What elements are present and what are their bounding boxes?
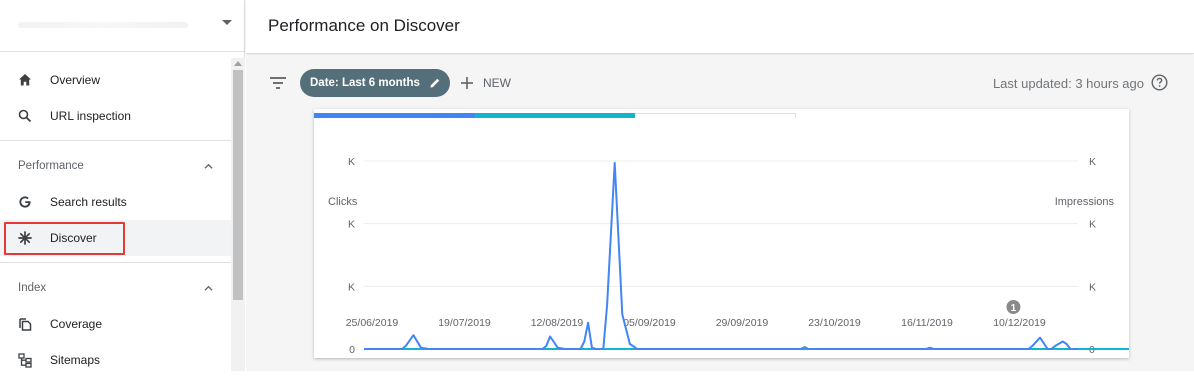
property-name-redacted [18, 22, 188, 28]
x-tick-label: 05/09/2019 [623, 317, 676, 329]
sidebar-item-label: Search results [50, 195, 127, 209]
page-header: Performance on Discover [246, 0, 1194, 54]
divider [0, 140, 231, 141]
y-tick-right: K [1089, 219, 1096, 231]
y-tick-left: K [348, 281, 355, 293]
property-selector[interactable] [0, 0, 245, 52]
section-label: Performance [18, 160, 84, 172]
search-icon [0, 108, 50, 124]
sidebar-item-label: Coverage [50, 317, 103, 331]
sidebar-item-label: Overview [50, 73, 101, 87]
home-icon [0, 72, 50, 88]
section-index[interactable]: Index [0, 270, 231, 306]
scrollbar-thumb[interactable] [233, 70, 243, 300]
sidebar-item-url-inspection[interactable]: URL inspection [0, 98, 231, 134]
scroll-up-arrow-icon[interactable] [234, 61, 242, 66]
y-tick-left: 0 [349, 344, 355, 356]
sidebar-item-sitemaps[interactable]: Sitemaps [0, 342, 231, 378]
y-tick-right: K [1089, 281, 1096, 293]
y-tick-left: K [348, 156, 355, 168]
x-tick-label: 25/06/2019 [346, 317, 399, 329]
pencil-icon [430, 78, 440, 88]
new-button-label: NEW [483, 76, 511, 90]
x-tick-label: 16/11/2019 [901, 317, 953, 329]
x-tick-label: 29/09/2019 [716, 317, 769, 329]
last-updated-text: Last updated: 3 hours ago [992, 76, 1144, 91]
chevron-up-icon[interactable] [204, 162, 213, 171]
chart-card: Clicks Impressions K K K K K K 0 0 25/06/2019 19/07… [314, 109, 1129, 358]
divider [0, 262, 231, 263]
sidebar: Overview URL inspection Performance Sear… [0, 0, 245, 371]
section-performance[interactable]: Performance [0, 148, 231, 184]
sidebar-item-label: URL inspection [50, 109, 131, 123]
highlight-box [4, 222, 125, 255]
annotation-label: 1 [1011, 303, 1017, 314]
sidebar-scrollbar[interactable] [231, 58, 245, 371]
x-tick-label: 10/12/2019 [993, 317, 1046, 329]
section-label: Index [18, 282, 47, 294]
sidebar-nav: Overview URL inspection Performance Sear… [0, 58, 231, 371]
right-axis-label: Impressions [1055, 196, 1115, 208]
copy-icon [0, 316, 50, 332]
y-tick-right: K [1089, 156, 1096, 168]
filter-toolbar: Date: Last 6 months NEW Last updated: 3 … [246, 55, 1194, 111]
sidebar-item-search-results[interactable]: Search results [0, 184, 231, 220]
date-filter-chip[interactable]: Date: Last 6 months [300, 69, 450, 97]
new-filter-button[interactable]: NEW [459, 71, 511, 95]
chevron-down-icon[interactable] [222, 20, 232, 25]
performance-chart: Clicks ImpressionsK KK KK K0 025/06/2019 19/07… [328, 156, 1129, 356]
filter-icon[interactable] [268, 74, 288, 92]
google-g-icon [0, 194, 50, 210]
y-tick-left: K [348, 219, 355, 231]
sidebar-item-label: Sitemaps [50, 353, 101, 367]
x-tick-label: 23/10/2019 [808, 317, 861, 329]
left-axis-label: Clicks [328, 196, 358, 208]
sitemap-icon [0, 352, 50, 368]
page-title: Performance on Discover [268, 16, 460, 35]
sidebar-item-overview[interactable]: Overview [0, 62, 231, 98]
sidebar-item-discover[interactable]: Discover [0, 220, 231, 256]
help-icon[interactable] [1151, 74, 1168, 91]
sidebar-item-coverage[interactable]: Coverage [0, 306, 231, 342]
plus-icon [461, 77, 473, 89]
x-tick-label: 19/07/2019 [438, 317, 491, 329]
main-content: Date: Last 6 months NEW Last updated: 3 … [246, 55, 1194, 371]
x-tick-label: 12/08/2019 [531, 317, 584, 329]
chevron-up-icon[interactable] [204, 284, 213, 293]
date-filter-label: Date: Last 6 months [310, 77, 420, 89]
